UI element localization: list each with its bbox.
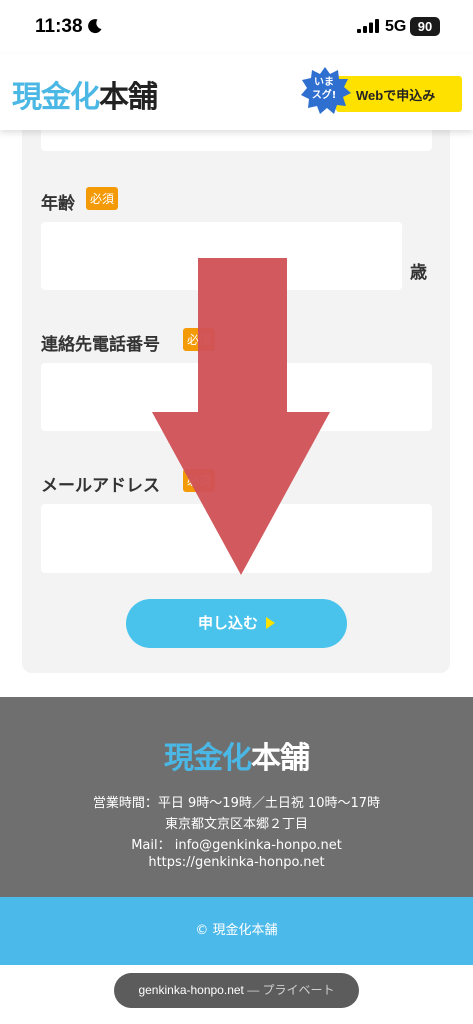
footer-logo[interactable]: 現金化本舗 [0, 733, 473, 777]
mail-address[interactable]: Mail： info@genkinka-honpo.net [0, 834, 473, 853]
submit-button[interactable]: 申し込む [126, 599, 347, 648]
site-logo[interactable]: 現金化本舗 [12, 72, 158, 116]
cellular-signal-icon [357, 19, 379, 33]
network-type: 5G [385, 18, 407, 35]
moon-icon [88, 19, 102, 34]
web-apply-button[interactable]: Webで申込み いま スグ! [298, 66, 462, 116]
copyright-bar: © 現金化本舗 [0, 897, 473, 965]
site-header: 現金化本舗 Webで申込み いま スグ! [0, 54, 473, 130]
previous-field-input[interactable] [41, 130, 432, 151]
web-apply-label: Webで申込み [356, 88, 436, 103]
play-triangle-icon [266, 617, 275, 629]
logo-part1: 現金化 [12, 80, 100, 115]
submit-label: 申し込む [197, 614, 258, 632]
required-badge: 必須 [86, 187, 119, 210]
address-domain: genkinka-honpo.net [138, 983, 244, 997]
down-arrow-icon [152, 258, 330, 575]
status-time: 11:38 [35, 16, 83, 37]
copyright-text: © 現金化本舗 [195, 923, 278, 938]
address: 東京都文京区本郷２丁目 [164, 817, 308, 832]
site-url[interactable]: https://genkinka-honpo.net [0, 855, 473, 870]
private-mode-label: — プライベート [243, 983, 335, 997]
battery-icon: 90 [410, 17, 440, 36]
site-footer: 現金化本舗 営業時間：平日 9時〜19時／土日祝 10時〜17時 東京都文京区本… [0, 697, 473, 897]
phone-label: 連絡先電話番号 [41, 335, 160, 355]
business-hours: 営業時間：平日 9時〜19時／土日祝 10時〜17時 [92, 796, 381, 811]
address-bar[interactable]: genkinka-honpo.net — プライベート [114, 973, 359, 1008]
footer-logo-part1: 現金化 [164, 741, 252, 776]
status-bar: 11:38 5G 90 [0, 0, 473, 54]
logo-part2: 本舗 [99, 80, 158, 115]
age-label: 年齢 [41, 194, 75, 214]
email-label: メールアドレス [41, 476, 160, 496]
cta-burst-text: いま スグ! [311, 77, 337, 101]
age-unit: 歳 [410, 263, 427, 283]
footer-logo-part2: 本舗 [251, 741, 310, 776]
